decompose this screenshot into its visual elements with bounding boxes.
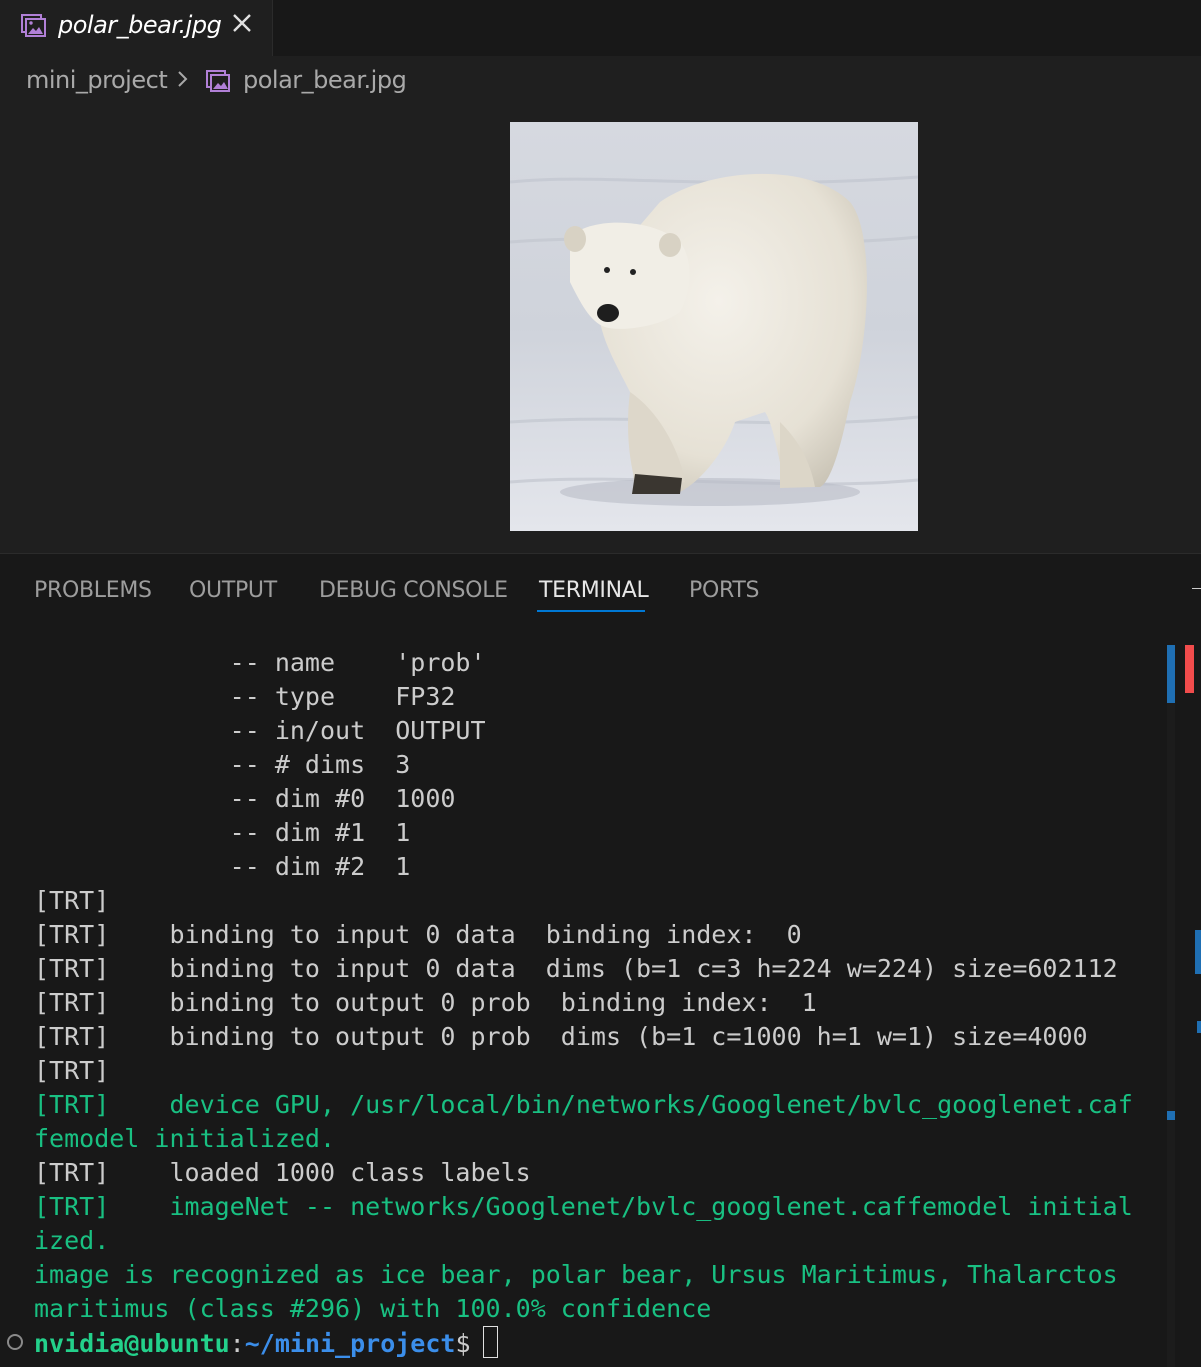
prompt-path: ~/mini_project	[244, 1329, 456, 1358]
terminal-line: -- dim #1 1	[34, 818, 411, 847]
terminal-cursor	[482, 1326, 498, 1358]
scrollbar-marker	[1197, 1021, 1201, 1033]
error-marker	[1185, 645, 1194, 693]
terminal-line: image is recognized as ice bear, polar b…	[34, 1260, 1118, 1289]
terminal-line: [TRT]	[34, 886, 110, 915]
panel-menu-icon[interactable]	[1192, 588, 1201, 589]
breadcrumb-file[interactable]: polar_bear.jpg	[243, 66, 407, 94]
terminal-line: maritimus (class #296) with 100.0% confi…	[34, 1294, 712, 1323]
image-file-icon	[20, 12, 46, 42]
polar-bear-image	[510, 122, 918, 531]
bottom-panel: PROBLEMS OUTPUT DEBUG CONSOLE TERMINAL P…	[0, 553, 1201, 1367]
tab-terminal[interactable]: TERMINAL	[539, 578, 649, 603]
breadcrumb-image-icon	[206, 68, 232, 100]
active-tab-indicator	[537, 610, 645, 612]
terminal-line: [TRT] loaded 1000 class labels	[34, 1158, 531, 1187]
terminal-line: -- type FP32	[34, 682, 456, 711]
terminal-line: [TRT] binding to input 0 data dims (b=1 …	[34, 954, 1118, 983]
prompt-user: nvidia@ubuntu	[34, 1329, 230, 1358]
overview-marker	[1195, 930, 1201, 974]
tab-ports[interactable]: PORTS	[689, 578, 759, 603]
terminal-line: [TRT] imageNet -- networks/Googlenet/bvl…	[34, 1192, 1133, 1221]
breadcrumb-folder[interactable]: mini_project	[26, 66, 168, 94]
terminal-scrollbar[interactable]	[1167, 645, 1201, 1367]
editor-tab-bar: polar_bear.jpg	[0, 0, 1201, 56]
terminal-line: -- name 'prob'	[34, 648, 486, 677]
editor-tab-polar-bear[interactable]: polar_bear.jpg	[0, 0, 273, 56]
chevron-right-icon	[176, 65, 190, 99]
prompt-separator: :	[229, 1329, 245, 1358]
terminal-line: femodel initialized.	[34, 1124, 336, 1153]
terminal-line: [TRT] binding to input 0 data binding in…	[34, 920, 802, 949]
close-icon[interactable]	[229, 10, 255, 36]
terminal-line: -- dim #2 1	[34, 852, 411, 881]
terminal-output[interactable]: -- name 'prob' -- type FP32 -- in/out OU…	[34, 646, 1164, 1360]
terminal-line: -- dim #0 1000	[34, 784, 456, 813]
terminal-line: [TRT] device GPU, /usr/local/bin/network…	[34, 1090, 1133, 1119]
terminal-line: -- # dims 3	[34, 750, 411, 779]
terminal-line: [TRT] binding to output 0 prob binding i…	[34, 988, 817, 1017]
tab-problems[interactable]: PROBLEMS	[34, 578, 152, 603]
scrollbar-marker	[1167, 645, 1175, 703]
tab-debug-console[interactable]: DEBUG CONSOLE	[319, 578, 508, 603]
image-preview	[510, 122, 918, 531]
terminal-line: [TRT]	[34, 1056, 110, 1085]
terminal-prompt[interactable]: nvidia@ubuntu:~/mini_project$	[34, 1326, 1164, 1360]
prompt-symbol: $	[455, 1329, 471, 1358]
tab-output[interactable]: OUTPUT	[189, 578, 277, 603]
command-status-icon	[7, 1334, 23, 1350]
terminal-line: -- in/out OUTPUT	[34, 716, 486, 745]
terminal-line: ized.	[34, 1226, 110, 1255]
scrollbar-marker	[1167, 1111, 1175, 1120]
terminal-line: [TRT] binding to output 0 prob dims (b=1…	[34, 1022, 1088, 1051]
tab-title: polar_bear.jpg	[58, 11, 222, 39]
